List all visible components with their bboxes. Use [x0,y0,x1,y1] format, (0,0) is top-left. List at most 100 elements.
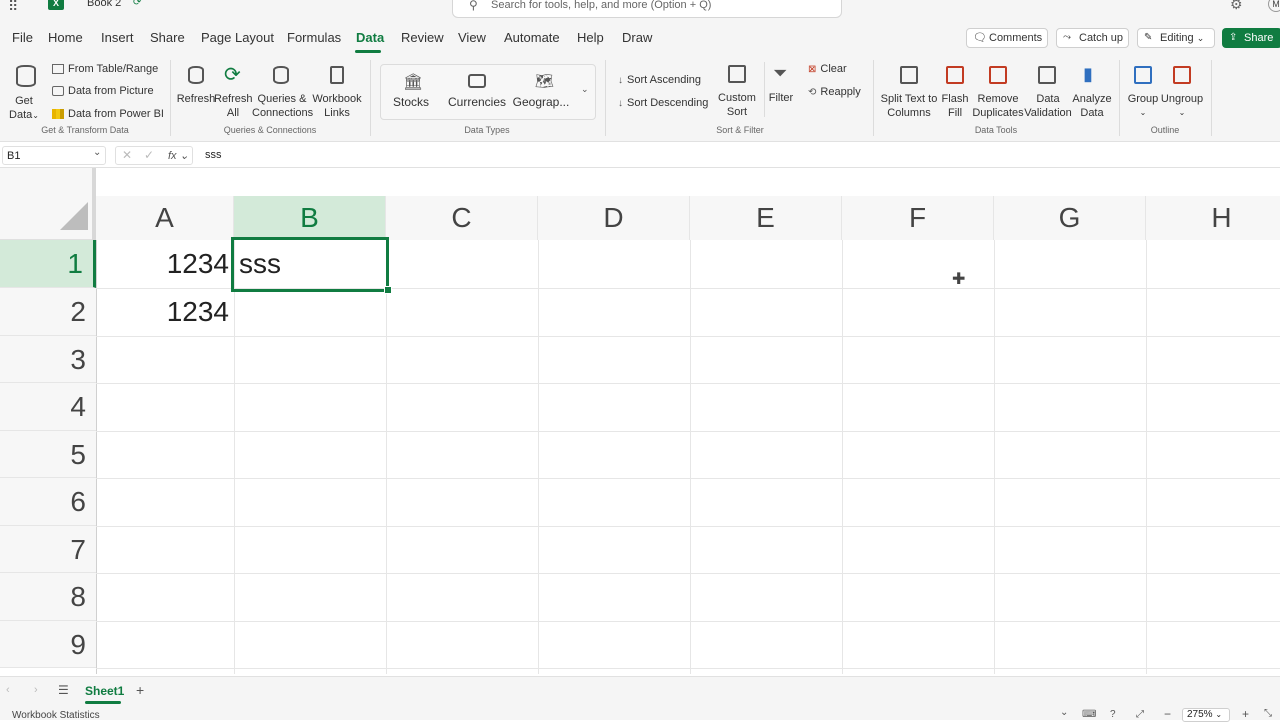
fullscreen-icon[interactable]: ⤡ [1264,708,1272,719]
tab-view[interactable]: View [458,30,486,45]
tab-share[interactable]: Share [150,30,185,45]
tab-automate[interactable]: Automate [504,30,560,45]
column-header-c[interactable]: C [386,196,538,240]
get-data-button[interactable]: Get Data⌄ [8,94,40,123]
row-header-5[interactable]: 5 [0,431,96,478]
gallery-expand-chevron-icon[interactable]: ⌄ [581,84,589,95]
currencies-label: Currencies [447,95,507,109]
geography-button[interactable]: Geograp... [510,95,572,109]
row-header-4[interactable]: 4 [0,383,96,431]
tab-page-layout[interactable]: Page Layout [201,30,274,45]
catch-up-button[interactable]: ⤳ Catch up [1056,28,1129,48]
column-header-d[interactable]: D [538,196,690,240]
row-header-1[interactable]: 1 [0,240,96,288]
tab-formulas[interactable]: Formulas [287,30,341,45]
row-header-3[interactable]: 3 [0,336,96,383]
queries-connections-button[interactable]: Queries & Connections [252,92,313,120]
currencies-button[interactable]: Currencies [445,95,509,109]
remove-duplicates-button[interactable]: Remove Duplicates [972,92,1024,120]
confirm-icon[interactable]: ✓ [144,148,154,162]
sort-descending-button[interactable]: ↓ Sort Descending [618,97,708,109]
chevron-down-icon[interactable]: ⌄ [93,147,101,158]
app-launcher-icon[interactable]: ⠿ [8,0,18,15]
from-table-range-button[interactable]: From Table/Range [52,63,158,75]
ungroup-button[interactable]: Ungroup ⌄ [1160,92,1204,120]
custom-sort-button[interactable]: Custom Sort [714,91,760,119]
editing-mode-button[interactable]: ✎ Editing ⌄ [1137,28,1215,48]
add-sheet-icon[interactable]: + [136,682,144,698]
cell-a2[interactable]: 1234 [98,288,229,336]
workbook-links-button[interactable]: Workbook Links [312,92,362,120]
comments-button[interactable]: 🗨 Comments [966,28,1048,48]
column-header-f[interactable]: F [842,196,994,240]
zoom-in-icon[interactable]: + [1242,707,1249,721]
share-label: Share [1244,32,1274,44]
all-sheets-menu-icon[interactable]: ☰ [58,683,69,697]
cell-b1[interactable]: sss [239,240,281,288]
gridline [96,431,1280,432]
search-box[interactable]: ⚲ Search for tools, help, and more (Opti… [452,0,842,18]
row-header-9[interactable]: 9 [0,621,96,668]
group-button[interactable]: Group ⌄ [1126,92,1160,120]
remove-duplicates-label-1: Remove [977,93,1019,105]
column-header-e[interactable]: E [690,196,842,240]
scroll-right-icon[interactable]: › [34,684,38,696]
stocks-button[interactable]: Stocks [388,95,434,109]
document-title[interactable]: Book 2 [87,0,121,9]
name-box[interactable]: B1 ⌄ [2,146,106,165]
tab-help[interactable]: Help [577,30,604,45]
row-header-6[interactable]: 6 [0,478,96,526]
cell-a1[interactable]: 1234 [98,240,229,288]
group-label: Group [1127,93,1159,105]
column-header-b[interactable]: B [234,196,386,240]
fit-view-icon[interactable]: ⤢ [1136,709,1144,720]
sheet-tab-sheet1[interactable]: Sheet1 [85,684,124,698]
scroll-left-icon[interactable]: ‹ [6,684,10,696]
formula-input[interactable]: sss [205,149,222,161]
analyze-data-button[interactable]: Analyze Data [1070,92,1114,120]
catch-up-icon: ⤳ [1063,32,1071,43]
refresh-all-button[interactable]: Refresh All [214,92,253,120]
tab-home[interactable]: Home [48,30,83,45]
data-validation-button[interactable]: Data Validation [1022,92,1074,120]
gridline [538,240,539,674]
clear-filter-button[interactable]: ⊠ Clear [808,63,847,75]
tab-draw[interactable]: Draw [622,30,652,45]
filter-button[interactable]: Filter [764,91,798,105]
tab-insert[interactable]: Insert [101,30,134,45]
split-text-button[interactable]: Split Text to Columns [878,92,940,120]
help-icon[interactable]: ? [1110,709,1116,720]
fill-handle[interactable] [384,286,392,294]
avatar[interactable]: M [1268,0,1280,12]
currencies-icon [468,74,486,88]
tab-review[interactable]: Review [401,30,444,45]
reapply-button[interactable]: ⟲ Reapply [808,86,861,98]
share-icon: ⇪ [1229,32,1238,43]
zoom-out-icon[interactable]: − [1164,707,1171,721]
column-header-g[interactable]: G [994,196,1146,240]
flash-fill-button[interactable]: Flash Fill [940,92,970,120]
select-all-triangle-icon [60,202,88,230]
workbook-statistics[interactable]: Workbook Statistics [12,710,100,721]
data-from-powerbi-button[interactable]: Data from Power BI [52,108,164,120]
refresh-button[interactable]: Refresh [176,92,216,106]
split-text-icon [900,66,918,84]
column-header-a[interactable]: A [96,196,234,240]
get-data-label-2: Data⌄ [9,109,39,121]
title-bar: ⠿ X Book 2 ⟳ ⚲ Search for tools, help, a… [0,0,1280,22]
cancel-icon[interactable]: ✕ [122,148,132,162]
share-button[interactable]: ⇪ Share [1222,28,1280,48]
custom-sort-icon [728,65,746,83]
tab-file[interactable]: File [12,30,33,45]
chevron-down-icon[interactable]: ⌄ [1060,707,1068,718]
data-from-picture-button[interactable]: Data from Picture [52,85,154,97]
insert-function-icon[interactable]: fx ⌄ [168,149,189,162]
settings-gear-icon[interactable]: ⚙ [1230,0,1243,13]
column-header-h[interactable]: H [1146,196,1280,240]
keyboard-icon[interactable]: ⌨ [1082,709,1096,720]
row-header-2[interactable]: 2 [0,288,96,336]
tab-data[interactable]: Data [356,30,384,45]
row-header-8[interactable]: 8 [0,573,96,621]
sort-ascending-button[interactable]: ↓ Sort Ascending [618,74,701,86]
row-header-7[interactable]: 7 [0,526,96,573]
